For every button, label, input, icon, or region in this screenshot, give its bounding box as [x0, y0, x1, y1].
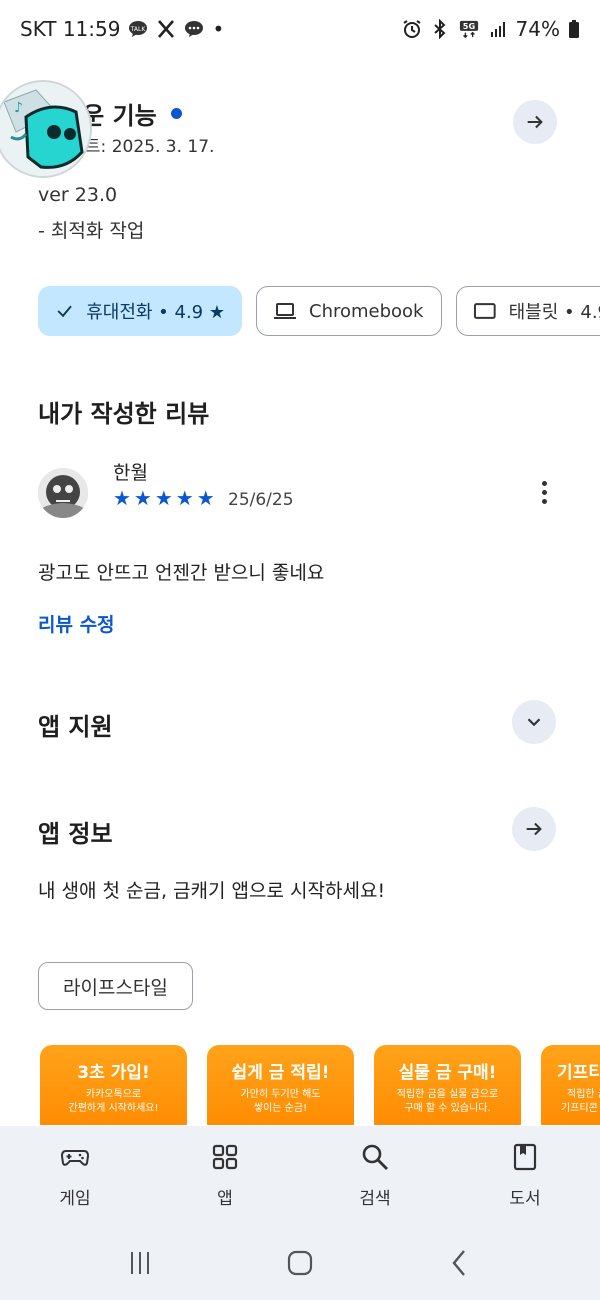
reviewer-name: 한월	[113, 462, 148, 484]
nav-apps[interactable]: 앱	[150, 1126, 300, 1226]
reviewer-avatar	[38, 468, 88, 518]
battery-icon	[568, 19, 580, 39]
apps-grid-icon	[212, 1144, 238, 1170]
nav-search[interactable]: 검색	[300, 1126, 450, 1226]
svg-text:TALK: TALK	[130, 26, 147, 33]
screenshot-subtitle: 구매 할 수 있습니다.	[404, 1103, 491, 1114]
nav-books-label: 도서	[509, 1189, 541, 1209]
chip-phone-label: 휴대전화 • 4.9 ★	[86, 302, 225, 323]
screenshot-subtitle: 적립한 금을 실물 금으로	[396, 1089, 499, 1100]
review-date: 25/6/25	[228, 490, 294, 510]
book-icon	[513, 1143, 537, 1171]
status-dot: •	[212, 17, 225, 41]
bottom-navigation: 게임 앱 검색 도서	[0, 1126, 600, 1226]
recent-apps-icon[interactable]	[125, 1248, 155, 1278]
more-vert-icon-dot	[541, 489, 547, 495]
status-bar: SKT 11:59 TALK • 5G 74%	[0, 0, 600, 58]
new-indicator-dot	[170, 108, 182, 119]
svg-text:5G: 5G	[462, 21, 475, 31]
status-carrier-time: SKT 11:59	[20, 17, 121, 41]
screenshot-card[interactable]: 쉽게 금 적립! 가만히 두기만 해도 쌓이는 순금!	[207, 1045, 354, 1125]
device-filter-chips: 휴대전화 • 4.9 ★ Chromebook 태블릿 • 4.9	[38, 286, 600, 336]
alarm-icon	[402, 19, 422, 39]
whats-new-section: 새로운 기능 업데이트: 2025. 3. 17. ver 23.0 - 최적화…	[38, 86, 562, 246]
talk-icon: TALK	[128, 19, 148, 39]
signal-icon	[488, 19, 508, 39]
whats-new-arrow-button[interactable]	[513, 100, 557, 144]
review-star-rating: ★★★★★	[113, 488, 218, 508]
nav-books[interactable]: 도서	[450, 1126, 600, 1226]
chip-phone[interactable]: 휴대전화 • 4.9 ★	[38, 286, 242, 336]
screenshot-subtitle: 가만히 두기만 해도	[240, 1089, 321, 1100]
x-icon	[156, 19, 176, 39]
svg-text:♪: ♪	[14, 100, 23, 116]
screenshot-subtitle: 간편하게 시작하세요!	[68, 1103, 159, 1114]
review-text: 광고도 안뜨고 언젠간 받으니 좋네요	[38, 562, 325, 584]
chip-tablet-label: 태블릿 • 4.9	[508, 302, 600, 323]
laptop-icon	[274, 303, 296, 319]
bluetooth-icon	[430, 19, 450, 39]
app-info-title: 앱 정보	[38, 820, 113, 848]
home-icon[interactable]	[285, 1248, 315, 1278]
chip-chromebook[interactable]: Chromebook	[256, 286, 442, 336]
chevron-down-icon	[527, 718, 541, 727]
screenshot-title: 쉽게 금 적립!	[231, 1063, 330, 1083]
screenshot-subtitle: 카카오톡으로	[85, 1089, 142, 1100]
review-more-options-button[interactable]	[528, 474, 560, 510]
nav-games-label: 게임	[59, 1189, 91, 1209]
chip-tablet[interactable]: 태블릿 • 4.9	[456, 286, 600, 336]
my-review-title: 내가 작성한 리뷰	[38, 400, 210, 428]
screenshot-title: 3초 가입!	[77, 1063, 150, 1083]
chip-chromebook-label: Chromebook	[309, 300, 424, 322]
category-chip[interactable]: 라이프스타일	[38, 962, 193, 1010]
tablet-icon	[473, 303, 496, 319]
app-support-expand-button[interactable]	[512, 700, 556, 744]
search-icon	[362, 1144, 388, 1170]
gamepad-icon	[60, 1150, 90, 1166]
more-vert-icon-dot	[541, 498, 547, 504]
nav-search-label: 검색	[359, 1189, 391, 1209]
more-vert-icon	[541, 480, 547, 486]
app-info-arrow-button[interactable]	[512, 807, 556, 851]
screenshot-title: 실물 금 구매!	[398, 1063, 497, 1083]
version-text: ver 23.0	[38, 184, 118, 206]
arrow-right-icon	[526, 822, 542, 836]
app-description: 내 생애 첫 순금, 금캐기 앱으로 시작하세요!	[38, 880, 386, 902]
screenshot-card[interactable]: 3초 가입! 카카오톡으로 간편하게 시작하세요!	[40, 1045, 187, 1125]
screenshot-card[interactable]: 기프티 적립한 금 기프티콘	[541, 1045, 600, 1125]
screenshot-title: 기프티	[557, 1063, 600, 1083]
app-support-title: 앱 지원	[38, 713, 113, 741]
5g-icon: 5G	[458, 19, 480, 39]
screenshot-subtitle: 기프티콘	[561, 1103, 598, 1114]
nav-apps-label: 앱	[217, 1189, 233, 1209]
screenshot-subtitle: 쌓이는 순금!	[253, 1103, 308, 1114]
edit-review-link[interactable]: 리뷰 수정	[38, 610, 115, 637]
star-rating-stars: ★★★★★	[113, 486, 218, 510]
arrow-right-icon	[527, 115, 543, 129]
screenshot-carousel[interactable]: 3초 가입! 카카오톡으로 간편하게 시작하세요! 쉽게 금 적립! 가만히 두…	[40, 1045, 600, 1125]
back-icon[interactable]	[445, 1248, 475, 1278]
release-note: - 최적화 작업	[38, 220, 145, 242]
battery-percent: 74%	[515, 17, 560, 41]
screenshot-subtitle: 적립한 금	[567, 1089, 600, 1100]
check-icon	[57, 305, 72, 318]
chat-icon	[184, 19, 204, 39]
system-navigation-bar	[0, 1226, 600, 1300]
nav-games[interactable]: 게임	[0, 1126, 150, 1226]
screenshot-card[interactable]: 실물 금 구매! 적립한 금을 실물 금으로 구매 할 수 있습니다.	[374, 1045, 521, 1125]
